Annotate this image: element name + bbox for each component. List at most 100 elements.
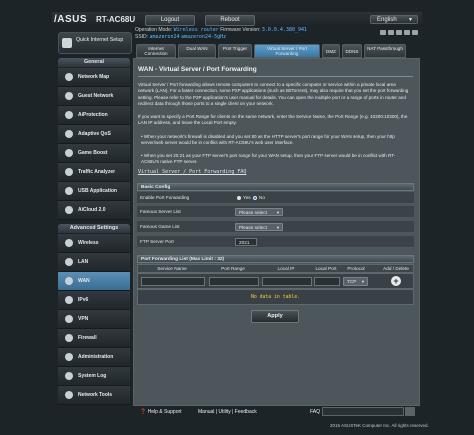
bullet-http: • When your network's firewall is disabl… <box>141 134 395 146</box>
sidebar-item-aiprotection[interactable]: AiProtection <box>58 106 130 125</box>
service-name-input[interactable] <box>141 277 205 286</box>
sidebar-item-aicloud-2-0[interactable]: AiCloud 2.0 <box>58 201 130 220</box>
vpn-icon <box>65 315 73 323</box>
administration-icon <box>65 353 73 361</box>
help-support-link[interactable]: ❓ Help & Support <box>140 409 182 415</box>
sidebar-item-label: Administration <box>78 354 114 360</box>
operation-mode-label: Operation Mode: <box>135 27 173 33</box>
model-name: RT-AC68U <box>96 15 136 24</box>
wifi-icon[interactable] <box>404 30 410 35</box>
sidebar-item-network-tools[interactable]: Network Tools <box>58 386 130 405</box>
network-map-icon <box>65 73 73 81</box>
sidebar-item-game-boost[interactable]: Game Boost <box>58 144 130 163</box>
usb-icon[interactable] <box>396 30 402 35</box>
sidebar-item-label: Game Boost <box>78 150 108 156</box>
sidebar-item-vpn[interactable]: VPN <box>58 310 130 329</box>
col-protocol: Protocol <box>347 266 365 271</box>
sidebar-item-label: System Log <box>78 373 107 379</box>
protocol-select[interactable]: TCP ▼ <box>343 277 368 286</box>
faq-search-input[interactable] <box>322 407 404 416</box>
basic-config-header: Basic Config <box>137 183 414 191</box>
sidebar-item-label: WAN <box>78 278 90 284</box>
tab-dmz[interactable]: DMZ <box>322 44 340 58</box>
sidebar-item-label: VPN <box>78 316 89 322</box>
language-select[interactable]: English ▼ <box>370 15 418 24</box>
network-icon[interactable] <box>388 30 394 35</box>
footer-faq-label: FAQ <box>310 409 321 415</box>
manual-utility-feedback-links[interactable]: Manual | Utility | Feedback <box>198 409 257 415</box>
ssid-2: amazeron24-5gHz <box>180 34 227 40</box>
sidebar-item-firewall[interactable]: Firewall <box>58 329 130 348</box>
logout-button[interactable]: Logout <box>145 15 195 26</box>
printer-icon[interactable] <box>412 30 418 35</box>
sidebar-item-wireless[interactable]: Wireless <box>58 234 130 253</box>
advanced-header: Advanced Settings <box>58 224 130 233</box>
firmware-label: Firmware Version: <box>220 27 261 33</box>
col-local-port: Local Port <box>315 266 337 271</box>
sidebar-item-label: AiCloud 2.0 <box>78 207 106 213</box>
famous-server-select[interactable]: Please select ▼ <box>235 208 283 216</box>
local-port-input[interactable] <box>314 277 340 286</box>
sidebar-item-label: Firewall <box>78 335 97 341</box>
col-add-delete: Add / Delete <box>383 266 409 271</box>
column-headers: Service Name Port Range Local IP Local P… <box>137 264 414 273</box>
col-local-ip: Local IP <box>277 266 295 271</box>
port-range-input[interactable] <box>209 277 259 286</box>
sidebar-item-usb-application[interactable]: USB Application <box>58 182 130 201</box>
empty-table-row: No data in table. <box>137 289 414 305</box>
yes-label: Yes <box>243 195 251 200</box>
no-label: No <box>259 195 265 200</box>
sidebar-item-administration[interactable]: Administration <box>58 348 130 367</box>
setup-icon <box>62 38 72 48</box>
sidebar-item-label: Traffic Analyzer <box>78 169 116 175</box>
tab-port-trigger[interactable]: Port Trigger <box>218 44 252 58</box>
usb-application-icon <box>65 187 73 195</box>
app-icon[interactable] <box>380 30 386 35</box>
tab-virtual-server[interactable]: Virtual Server / Port Forwarding <box>254 44 320 58</box>
tab-internet-connection[interactable]: Internet Connection <box>136 44 176 58</box>
famous-game-select[interactable]: Please select ▼ <box>235 223 283 231</box>
yes-radio[interactable] <box>237 196 241 200</box>
ftp-port-input[interactable]: 2021 <box>235 238 257 246</box>
quick-setup-label: Quick Internet Setup <box>76 37 124 43</box>
sidebar-item-traffic-analyzer[interactable]: Traffic Analyzer <box>58 163 130 182</box>
sidebar-item-adaptive-qos[interactable]: Adaptive QoS <box>58 125 130 144</box>
sidebar-item-ipv6[interactable]: IPv6 <box>58 291 130 310</box>
col-port-range: Port Range <box>221 266 245 271</box>
sidebar-item-label: USB Application <box>78 188 117 194</box>
traffic-analyzer-icon <box>65 168 73 176</box>
intro-paragraph: Virtual Server / Port forwarding allows … <box>138 82 409 107</box>
operation-mode-value[interactable]: Wireless router <box>174 27 219 33</box>
local-ip-input[interactable] <box>262 277 312 286</box>
port-forwarding-list-header: Port Forwarding List (Max Limit : 32) <box>137 255 414 263</box>
add-icon[interactable]: + <box>391 276 401 286</box>
adaptive-qos-icon <box>65 130 73 138</box>
tab-ddns[interactable]: DDNS <box>342 44 362 58</box>
sidebar-item-lan[interactable]: LAN <box>58 253 130 272</box>
chevron-down-icon: ▼ <box>361 279 365 284</box>
chevron-down-icon: ▼ <box>276 225 280 230</box>
sidebar-item-wan[interactable]: WAN <box>58 272 130 291</box>
firmware-value[interactable]: 3.0.0.4.380_941 <box>262 27 307 33</box>
guest-network-icon <box>65 92 73 100</box>
network-tools-icon <box>65 391 73 399</box>
famous-game-label: Famous Game List <box>140 224 180 229</box>
famous-server-value: Please select <box>239 210 267 215</box>
search-button[interactable] <box>405 407 415 416</box>
famous-game-value: Please select <box>239 225 267 230</box>
faq-link[interactable]: Virtual Server / Port Forwarding FAQ <box>138 169 246 175</box>
tab-nat-passthrough[interactable]: NAT Passthrough <box>364 44 406 58</box>
reboot-button[interactable]: Reboot <box>205 15 255 26</box>
sidebar-item-guest-network[interactable]: Guest Network <box>58 87 130 106</box>
tab-dual-wan[interactable]: Dual WAN <box>178 44 216 58</box>
chevron-down-icon: ▼ <box>276 210 280 215</box>
apply-button[interactable]: Apply <box>251 310 299 323</box>
sidebar-item-network-map[interactable]: Network Map <box>58 68 130 87</box>
quick-internet-setup-button[interactable]: Quick Internet Setup <box>58 32 132 54</box>
famous-game-row: Famous Game List Please select ▼ <box>137 221 414 233</box>
game-boost-icon <box>65 149 73 157</box>
divider <box>138 76 413 77</box>
no-radio[interactable] <box>253 196 257 200</box>
sidebar-item-system-log[interactable]: System Log <box>58 367 130 386</box>
col-service-name: Service Name <box>157 266 187 271</box>
